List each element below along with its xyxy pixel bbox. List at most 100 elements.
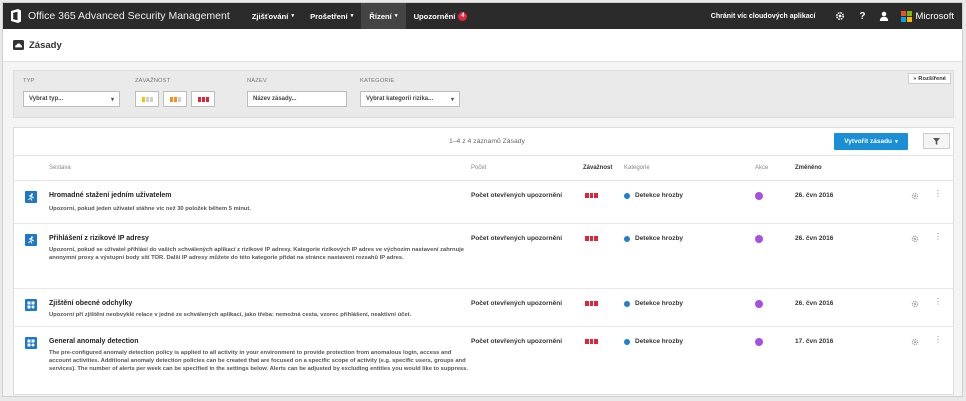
severity-bar (589, 193, 593, 198)
severity-bar (177, 96, 181, 102)
header-action: Akce (755, 165, 769, 171)
type-filter-value: Vybrat typ... (29, 96, 64, 102)
severity-bar (197, 96, 201, 102)
filter-toggle-button[interactable] (923, 133, 950, 149)
page-header: Zásady (3, 29, 962, 62)
header-severity[interactable]: Závažnost (583, 165, 612, 171)
severity-bar (145, 96, 149, 102)
table-row[interactable]: Zjištění obecné odchylky Upozorní při zj… (14, 290, 953, 327)
policy-modified: 17. čvn 2016 (795, 338, 834, 345)
severity-bar (594, 301, 598, 306)
nav-alerts[interactable]: Upozornění 4 (406, 3, 476, 29)
name-filter-placeholder: Název zásady... (253, 96, 297, 102)
nav-discover-label: Zjišťování (251, 11, 289, 21)
more-options-icon[interactable]: ⋮ (934, 298, 942, 306)
policy-category: Detekce hrozby (624, 338, 683, 345)
microsoft-logo-icon (901, 11, 912, 22)
nav-investigate[interactable]: Prošetření ▾ (302, 3, 361, 29)
nav-discover[interactable]: Zjišťování ▾ (244, 3, 302, 29)
category-dot-icon (624, 338, 630, 345)
category-filter-value: Vybrat kategorii rizika... (366, 96, 434, 102)
office-logo-icon[interactable] (10, 9, 22, 23)
severity-low-button[interactable] (135, 91, 159, 107)
category-filter-select[interactable]: Vybrat kategorii rizika... ▾ (360, 91, 460, 107)
policy-count[interactable]: Počet otevřených upozornění (471, 235, 579, 242)
type-filter-select[interactable]: Vybrat typ... ▾ (23, 91, 120, 107)
policy-description: Upozorní při zjištění neobvyklé relace v… (49, 312, 412, 318)
severity-bar (585, 236, 589, 241)
gear-icon[interactable] (911, 192, 919, 200)
gear-icon[interactable] (911, 300, 919, 308)
severity-filter-label: ZÁVAŽNOST (135, 78, 171, 84)
more-options-icon[interactable]: ⋮ (934, 233, 942, 241)
policy-name[interactable]: Zjištění obecné odchylky (49, 300, 132, 307)
ms-logo-square (907, 11, 912, 16)
gear-icon[interactable] (911, 338, 919, 346)
help-button[interactable]: ? (851, 3, 873, 29)
policy-category: Detekce hrozby (624, 235, 683, 242)
ms-logo-square (901, 17, 906, 22)
policy-count[interactable]: Počet otevřených upozornění (471, 338, 579, 345)
gear-icon[interactable] (911, 235, 919, 243)
severity-bar (594, 193, 598, 198)
settings-button[interactable] (829, 3, 851, 29)
severity-bar (589, 339, 593, 344)
policy-description: Upozorní, pokud se uživatel přihlásí do … (49, 247, 464, 261)
table-row[interactable]: Přihlášení z rizikové IP adresy Upozorní… (14, 225, 953, 289)
create-policy-button[interactable]: Vytvořit zásadu ▾ (834, 133, 908, 150)
severity-bar (149, 96, 153, 102)
table-row[interactable]: Hromadné stažení jedním uživatelem Upozo… (14, 182, 953, 224)
policy-modified: 26. čvn 2016 (795, 235, 834, 242)
table-toolbar: 1–4 z 4 záznamů Zásady Vytvořit zásadu ▾ (14, 128, 953, 156)
help-icon: ? (859, 10, 866, 22)
header-policy[interactable]: Sestava (49, 165, 71, 171)
nav-investigate-label: Prošetření (310, 11, 348, 21)
policy-name[interactable]: Hromadné stažení jedním uživatelem (49, 192, 172, 199)
advanced-filters-button[interactable]: » Rozšířené (908, 73, 951, 84)
alert-action-icon (755, 338, 763, 346)
nav-control[interactable]: Řízení ▾ (361, 3, 406, 29)
policy-modified: 26. čvn 2016 (795, 192, 834, 199)
policy-name[interactable]: General anomaly detection (49, 338, 138, 345)
running-person-icon (25, 191, 37, 203)
header-category[interactable]: Kategorie (624, 165, 650, 171)
microsoft-brand[interactable]: Microsoft (901, 11, 954, 22)
policy-modified: 26. čvn 2016 (795, 300, 834, 307)
top-right-area: Chránit víc cloudových aplikací ? Micros… (711, 3, 962, 29)
severity-high-indicator (585, 193, 598, 198)
severity-bar (585, 339, 589, 344)
alert-action-icon (755, 235, 763, 243)
chevron-down-icon: ▾ (394, 13, 398, 19)
top-nav-bar: Office 365 Advanced Security Management … (3, 3, 962, 29)
header-modified[interactable]: Změněno (795, 165, 822, 171)
chevron-down-icon: ▾ (450, 96, 454, 103)
header-count[interactable]: Počet (471, 165, 486, 171)
severity-medium-button[interactable] (163, 91, 187, 107)
table-row[interactable]: General anomaly detection The pre-config… (14, 328, 953, 394)
policy-name[interactable]: Přihlášení z rizikové IP adresy (49, 235, 149, 242)
severity-bar (201, 96, 205, 102)
name-filter-input[interactable]: Název zásady... (247, 91, 347, 107)
alerts-count-badge: 4 (458, 11, 468, 21)
category-filter-label: KATEGORIE (360, 78, 395, 84)
severity-high-button[interactable] (191, 91, 215, 107)
severity-bar (169, 96, 173, 102)
app-title[interactable]: Office 365 Advanced Security Management (28, 10, 230, 22)
severity-bar (173, 96, 177, 102)
protect-more-apps-link[interactable]: Chránit víc cloudových aplikací (711, 13, 816, 20)
severity-bar (585, 193, 589, 198)
advanced-filters-label: Rozšířené (918, 75, 946, 82)
severity-bar (589, 236, 593, 241)
policy-count[interactable]: Počet otevřených upozornění (471, 300, 579, 307)
category-dot-icon (624, 192, 630, 199)
name-filter-label: NÁZEV (247, 78, 267, 84)
policy-count[interactable]: Počet otevřených upozornění (471, 192, 579, 199)
more-options-icon[interactable]: ⋮ (934, 336, 942, 344)
ms-logo-square (901, 11, 906, 16)
severity-bar (589, 301, 593, 306)
more-options-icon[interactable]: ⋮ (934, 190, 942, 198)
policy-category: Detekce hrozby (624, 300, 683, 307)
user-button[interactable] (873, 3, 895, 29)
running-person-icon (25, 234, 37, 246)
user-icon (880, 11, 889, 21)
